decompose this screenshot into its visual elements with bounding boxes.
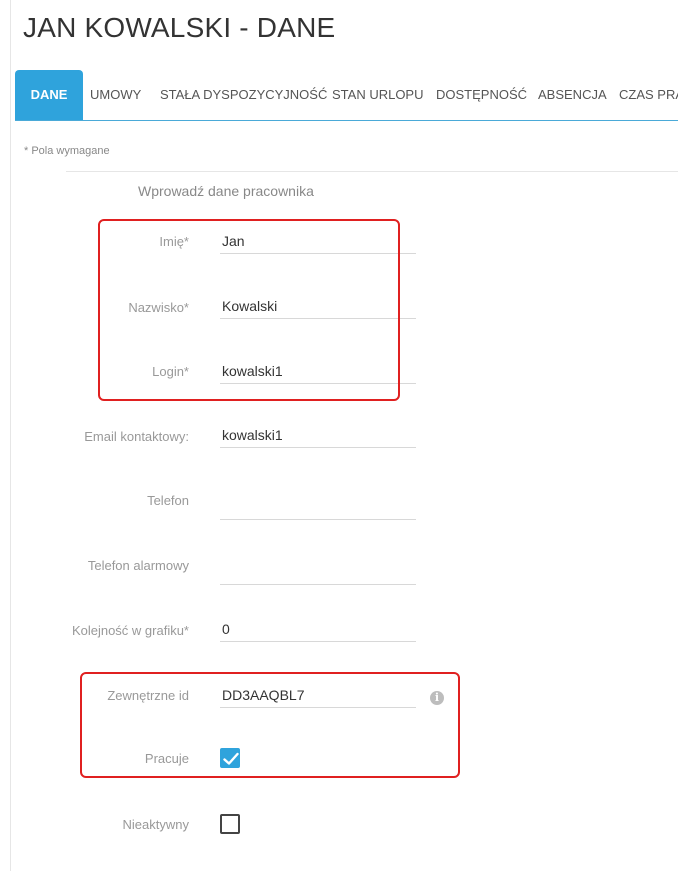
tabs-underline — [15, 120, 678, 121]
tab-czas-pracy[interactable]: CZAS PRA — [619, 70, 678, 120]
email-input[interactable] — [220, 423, 416, 448]
left-border — [10, 0, 11, 871]
email-label: Email kontaktowy: — [84, 429, 189, 444]
telefon-alarmowy-label: Telefon alarmowy — [87, 558, 189, 573]
tab-stan-urlopu[interactable]: STAN URLOPU — [332, 70, 424, 120]
page-title: JAN KOWALSKI - DANE — [23, 12, 336, 43]
tab-umowy[interactable]: UMOWY — [90, 70, 141, 120]
highlight-box-id-pracuje — [80, 672, 460, 778]
required-fields-note: * Pola wymagane — [24, 145, 110, 157]
tab-bar: DANE UMOWY STAŁA DYSPOZYCYJNOŚĆ STAN URL… — [15, 70, 678, 120]
nieaktywny-label: Nieaktywny — [122, 817, 189, 832]
tab-absencja[interactable]: ABSENCJA — [538, 70, 607, 120]
highlight-box-name-login — [98, 219, 400, 401]
form-divider — [66, 171, 678, 172]
telefon-label: Telefon — [147, 493, 189, 508]
form-section-title: Wprowadź dane pracownika — [138, 183, 314, 199]
tab-dane[interactable]: DANE — [15, 70, 83, 120]
tab-stala-dyspozycyjnosc[interactable]: STAŁA DYSPOZYCYJNOŚĆ — [160, 70, 327, 120]
telefon-input[interactable] — [220, 495, 416, 520]
kolejnosc-label: Kolejność w grafiku* — [71, 623, 189, 638]
kolejnosc-input[interactable] — [220, 617, 416, 642]
tab-dostepnosc[interactable]: DOSTĘPNOŚĆ — [436, 70, 527, 120]
nieaktywny-checkbox[interactable] — [220, 814, 240, 834]
telefon-alarmowy-input[interactable] — [220, 560, 416, 585]
